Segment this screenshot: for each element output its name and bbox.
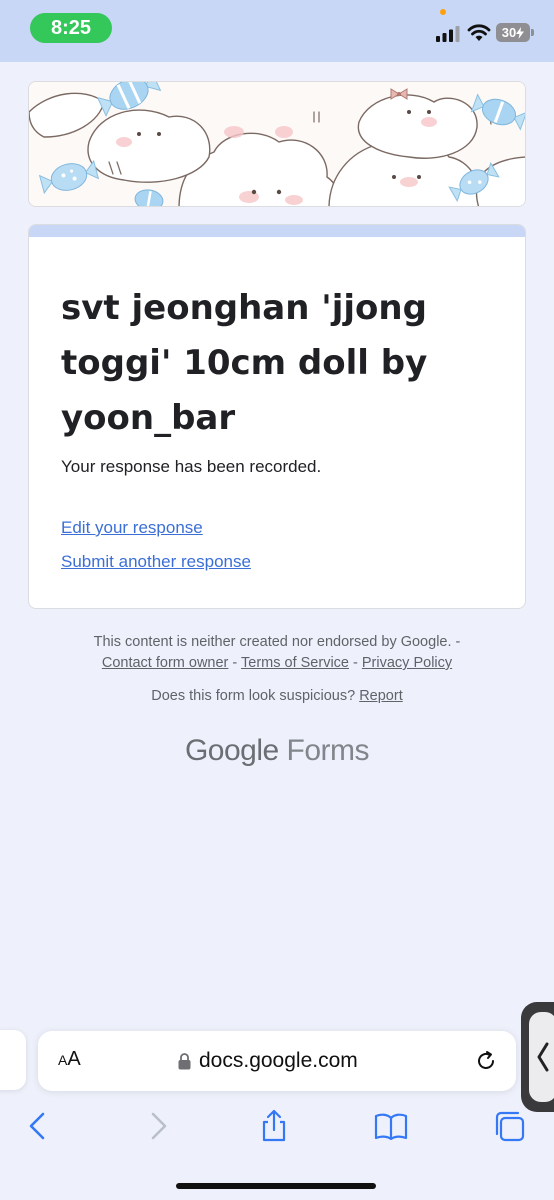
form-title: svt jeonghan 'jjong toggi' 10cm doll by … — [61, 288, 428, 438]
address-bar[interactable]: AA docs.google.com — [38, 1031, 516, 1091]
battery-level: 30 — [501, 25, 517, 40]
wifi-icon — [467, 24, 491, 41]
privacy-policy-link[interactable]: Privacy Policy — [362, 655, 452, 671]
contact-form-owner-link[interactable]: Contact form owner — [102, 655, 229, 671]
status-bar: 8:25 30 — [0, 0, 554, 62]
privacy-indicator-dot — [440, 9, 446, 15]
signal-icon — [436, 26, 460, 42]
response-card: svt jeonghan 'jjong toggi' 10cm doll by … — [28, 224, 526, 609]
url-display[interactable]: docs.google.com — [178, 1047, 358, 1075]
form-header-image — [28, 81, 526, 207]
reload-icon[interactable] — [474, 1049, 498, 1073]
logo-google-text: Google — [184, 734, 279, 767]
side-drawer-handle-inner — [529, 1012, 554, 1102]
submit-another-response-link[interactable]: Submit another response — [61, 552, 251, 572]
terms-of-service-link[interactable]: Terms of Service — [241, 655, 349, 671]
tabs-icon[interactable] — [492, 1108, 528, 1144]
google-disclaimer: This content is neither created nor endo… — [40, 632, 514, 674]
text-size-large-letter: A — [67, 1048, 81, 1070]
forward-icon[interactable] — [140, 1108, 176, 1144]
home-indicator[interactable] — [176, 1183, 376, 1189]
side-drawer-handle[interactable] — [521, 1002, 554, 1112]
previous-tab-preview[interactable] — [0, 1030, 26, 1090]
suspicious-form-notice: Does this form look suspicious? Report — [0, 688, 554, 704]
suspicious-text: Does this form look suspicious? — [151, 688, 356, 704]
battery-cap — [531, 29, 534, 36]
footer-separator: - — [349, 655, 362, 671]
disclaimer-text: This content is neither created nor endo… — [93, 634, 461, 650]
cartoon-pattern-image — [29, 82, 525, 206]
browser-toolbar — [0, 1100, 554, 1160]
card-accent-bar — [29, 225, 525, 237]
chevron-left-icon — [537, 1042, 549, 1072]
report-link[interactable]: Report — [359, 688, 403, 704]
edit-response-link[interactable]: Edit your response — [61, 518, 203, 538]
battery-icon: 30 — [496, 23, 530, 42]
back-icon[interactable] — [20, 1108, 56, 1144]
google-forms-logo[interactable]: Google Forms — [0, 734, 554, 768]
text-size-button[interactable]: AA — [58, 1048, 81, 1071]
status-time[interactable]: 8:25 — [30, 13, 112, 43]
text-size-small-letter: A — [58, 1052, 68, 1068]
lock-icon — [178, 1052, 191, 1069]
logo-forms-text: Forms — [286, 734, 370, 767]
charging-bolt-icon — [516, 26, 525, 39]
url-text: docs.google.com — [199, 1049, 358, 1072]
share-icon[interactable] — [256, 1108, 292, 1144]
footer-separator: - — [228, 655, 242, 671]
bookmarks-icon[interactable] — [373, 1108, 409, 1144]
confirmation-message: Your response has been recorded. — [61, 457, 322, 476]
